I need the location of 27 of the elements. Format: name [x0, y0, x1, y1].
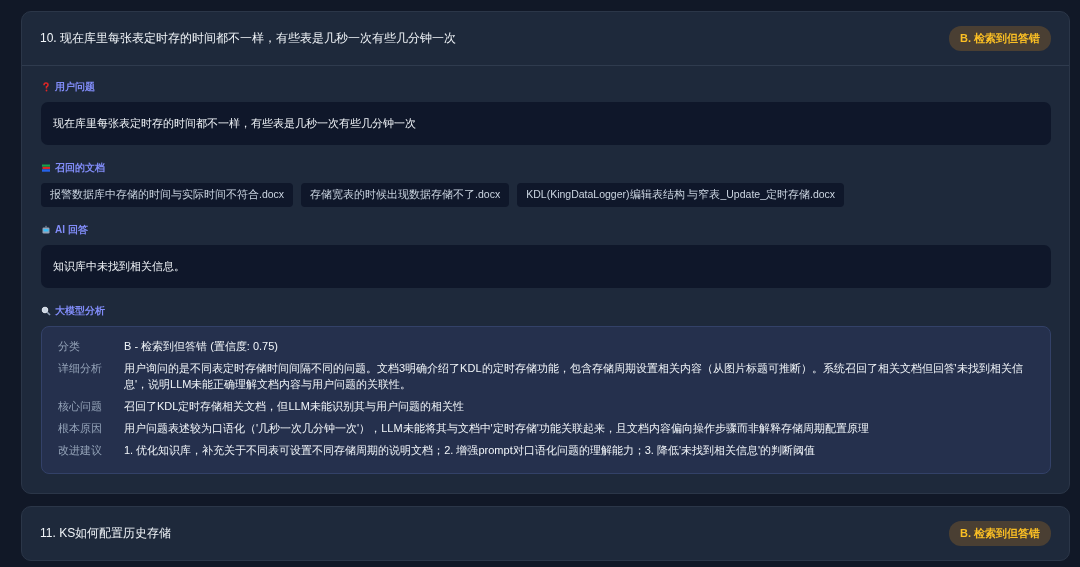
section-label: 大模型分析	[55, 304, 105, 318]
books-icon	[41, 163, 51, 173]
field-label: 分类	[58, 339, 81, 354]
search-icon	[41, 306, 51, 316]
card-title[interactable]: 11. KS如何配置历史存储	[40, 524, 172, 542]
document-chip[interactable]: 存储宽表的时候出现数据存储不了.docx	[301, 183, 510, 207]
field-label: 核心问题	[58, 398, 103, 414]
question-text: 现在库里每张表定时存的时间都不一样，有些表是几秒一次有些几分钟一次	[41, 102, 1051, 145]
question-mark-icon	[41, 82, 51, 92]
category-badge: B. 检索到但答错	[948, 26, 1051, 51]
category-badge: B. 检索到但答错	[948, 520, 1051, 546]
document-chip[interactable]: KDL(KingDataLogger)编辑表结构 与窄表_Update_定时存储.docx	[517, 183, 845, 207]
field-value: 1. 优化知识库，补充关于不同表可设置不同存储周期的说明文档；2. 增强prompt对口语化问题的理解能力；3. 降低'未找到相关信息'的判断阈值	[124, 442, 817, 458]
section-label: 用户问题	[55, 80, 95, 94]
document-chip[interactable]: 报警数据库中存储的时间与实际时间不符合.docx	[41, 183, 294, 207]
field-label: 改进建议	[58, 442, 103, 458]
section-label: AI 回答	[55, 223, 88, 237]
robot-icon	[41, 225, 51, 235]
field-value: 用户询问的是不同表定时存储时间间隔不同的问题。文档3明确介绍了KDL的定时存储功能，包含存储周期设置相关内容（从图片标题可推断）。系统召回了相关文档但回答'未找到相关信息'，说明LLM未能正确理解文档内容与用户问题的关联性。	[124, 360, 1024, 392]
section-label: 召回的文档	[55, 161, 105, 175]
field-label: 根本原因	[58, 420, 103, 436]
field-value: 召回了KDL定时存储相关文档，但LLM未能识别其与用户问题的相关性	[124, 398, 465, 414]
field-value: B - 检索到但答错 (置信度: 0.75)	[124, 339, 280, 354]
field-value: 用户问题表述较为口语化（'几秒一次几分钟一次'），LLM未能将其与文档中'定时存储'功能关联起来，且文档内容偏向操作步骤而非解释存储周期配置原理	[124, 420, 870, 436]
card-title[interactable]: 10. 现在库里每张表定时存的时间都不一样，有些表是几秒一次有些几分钟一次	[40, 30, 456, 47]
answer-text: 知识库中未找到相关信息。	[41, 245, 1051, 288]
field-label: 详细分析	[58, 360, 103, 376]
